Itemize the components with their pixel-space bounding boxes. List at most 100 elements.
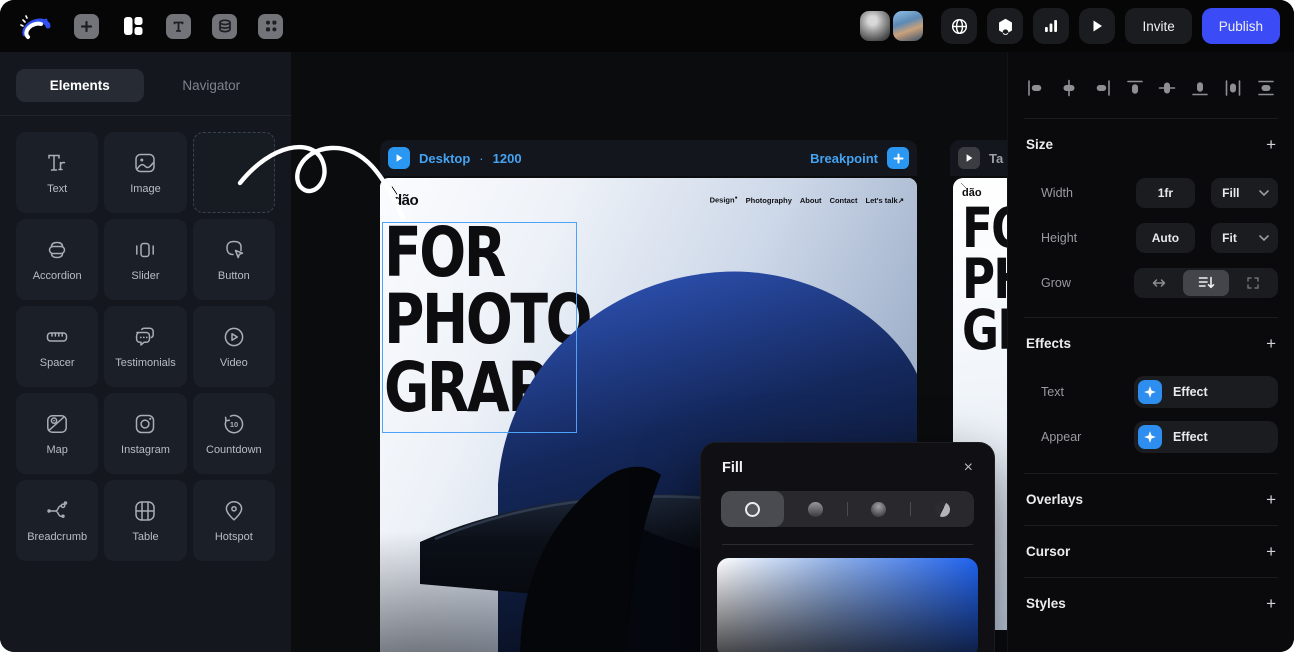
topbar-tools [74, 14, 283, 39]
element-card-accordion[interactable]: Accordion [16, 219, 98, 300]
align-top-icon[interactable] [1123, 77, 1147, 99]
fill-type-segmented-control [721, 491, 974, 527]
grow-stack-down-icon[interactable] [1183, 270, 1230, 296]
avatar[interactable] [860, 11, 890, 41]
align-left-icon[interactable] [1024, 77, 1048, 99]
tab-navigator[interactable]: Navigator [148, 69, 276, 102]
solid-fill-icon[interactable] [721, 491, 784, 527]
conic-gradient-fill-icon[interactable] [911, 491, 974, 527]
size-section-header: Size + [1008, 119, 1294, 170]
linear-gradient-fill-icon[interactable] [784, 491, 847, 527]
element-card-image[interactable]: Image [104, 132, 186, 213]
align-bottom-icon[interactable] [1188, 77, 1212, 99]
height-row: Height Auto Fit [1008, 215, 1294, 260]
grow-horizontal-icon[interactable] [1136, 270, 1183, 296]
element-card-breadcrumb[interactable]: Breadcrumb [16, 480, 98, 561]
globe-icon[interactable] [941, 8, 977, 44]
nav-design[interactable]: Design● [710, 195, 738, 205]
publish-button[interactable]: Publish [1202, 8, 1280, 44]
element-card-testimonials[interactable]: Testimonials [104, 306, 186, 387]
add-icon[interactable] [74, 14, 99, 39]
element-card-countdown[interactable]: 10 Countdown [193, 393, 275, 474]
element-card-button[interactable]: Button [193, 219, 275, 300]
text-tool-icon[interactable] [166, 14, 191, 39]
color-picker-area[interactable] [717, 558, 978, 652]
width-value-input[interactable]: 1fr [1136, 178, 1196, 208]
align-right-icon[interactable] [1090, 77, 1114, 99]
grow-expand-icon[interactable] [1229, 270, 1276, 296]
frame-width-value[interactable]: 1200 [493, 151, 522, 166]
element-card-label: Breadcrumb [27, 531, 87, 543]
fill-dialog-divider [722, 544, 973, 545]
section-title: Cursor [1026, 544, 1070, 559]
element-card-spacer[interactable]: Spacer [16, 306, 98, 387]
element-card-label: Video [220, 357, 248, 369]
element-card-table[interactable]: Table [104, 480, 186, 561]
site-logo[interactable]: dão [393, 192, 418, 209]
frame-play-icon[interactable] [388, 147, 410, 169]
element-card-hotspot[interactable]: Hotspot [193, 480, 275, 561]
tablet-frame-toolbar: Ta [950, 140, 1007, 176]
element-card-slider[interactable]: Slider [104, 219, 186, 300]
distribute-horizontal-icon[interactable] [1221, 77, 1245, 99]
layout-panels-icon[interactable] [120, 14, 145, 39]
site-header: dão Design● Photography About Contact Le… [380, 178, 917, 222]
frame-device-label[interactable]: Ta [989, 151, 1003, 166]
settings-nut-icon[interactable] [987, 8, 1023, 44]
app-window: Invite Publish Elements Navigator Text [0, 0, 1294, 652]
inspector-panel: Size + Width 1fr Fill Height Auto Fit [1007, 52, 1294, 652]
invite-button[interactable]: Invite [1125, 8, 1191, 44]
width-mode-select[interactable]: Fill [1211, 178, 1278, 208]
add-size-icon[interactable]: + [1266, 136, 1276, 153]
element-card-instagram[interactable]: Instagram [104, 393, 186, 474]
tab-elements[interactable]: Elements [16, 69, 144, 102]
grow-row: Grow [1008, 260, 1294, 305]
element-card-map[interactable]: Map [16, 393, 98, 474]
nav-contact[interactable]: Contact [830, 196, 858, 205]
section-title: Overlays [1026, 492, 1083, 507]
add-cursor-icon[interactable]: + [1266, 543, 1276, 560]
overlays-section-header: Overlays + [1008, 474, 1294, 525]
text-effect-button[interactable]: Effect [1134, 376, 1278, 408]
add-style-icon[interactable]: + [1266, 595, 1276, 612]
element-card-label: Map [46, 444, 67, 456]
stretch-vertical-icon[interactable] [1254, 77, 1278, 99]
appear-effect-label: Appear [1041, 430, 1134, 444]
element-card-video[interactable]: Video [193, 306, 275, 387]
elements-sidebar: Elements Navigator Text [0, 52, 291, 652]
analytics-bars-icon[interactable] [1033, 8, 1069, 44]
add-breakpoint-icon[interactable] [887, 147, 909, 169]
element-card-label: Slider [131, 270, 159, 282]
empty-drag-slot[interactable] [193, 132, 275, 213]
preview-play-icon[interactable] [1079, 8, 1115, 44]
frame-device-label[interactable]: Desktop [419, 151, 470, 166]
add-effect-icon[interactable]: + [1266, 335, 1276, 352]
cms-stack-icon[interactable] [212, 14, 237, 39]
close-icon[interactable]: × [964, 460, 973, 476]
sidebar-tabs: Elements Navigator [0, 52, 291, 115]
desktop-frame-toolbar: Desktop · 1200 Breakpoint [380, 140, 917, 176]
section-title: Size [1026, 137, 1053, 152]
nav-dot: ● [735, 195, 738, 201]
design-canvas[interactable]: Desktop · 1200 Breakpoint dão [291, 52, 1007, 652]
width-row: Width 1fr Fill [1008, 170, 1294, 215]
effects-section-header: Effects + [1008, 318, 1294, 369]
chevron-down-icon [1259, 235, 1269, 241]
appear-effect-button[interactable]: Effect [1134, 421, 1278, 453]
components-icon[interactable] [258, 14, 283, 39]
breakpoint-label[interactable]: Breakpoint [810, 151, 878, 166]
app-logo-swirl-icon[interactable] [14, 6, 58, 46]
elements-grid: Text Image [0, 116, 291, 577]
height-value-input[interactable]: Auto [1136, 223, 1196, 253]
radial-gradient-fill-icon[interactable] [848, 491, 911, 527]
frame-play-icon[interactable] [958, 147, 980, 169]
height-mode-select[interactable]: Fit [1211, 223, 1278, 253]
align-center-horizontal-icon[interactable] [1057, 77, 1081, 99]
element-card-text[interactable]: Text [16, 132, 98, 213]
nav-photography[interactable]: Photography [746, 196, 792, 205]
align-center-vertical-icon[interactable] [1155, 77, 1179, 99]
add-overlay-icon[interactable]: + [1266, 491, 1276, 508]
nav-about[interactable]: About [800, 196, 822, 205]
nav-lets-talk[interactable]: Let's talk↗ [865, 196, 904, 205]
avatar[interactable] [893, 11, 923, 41]
